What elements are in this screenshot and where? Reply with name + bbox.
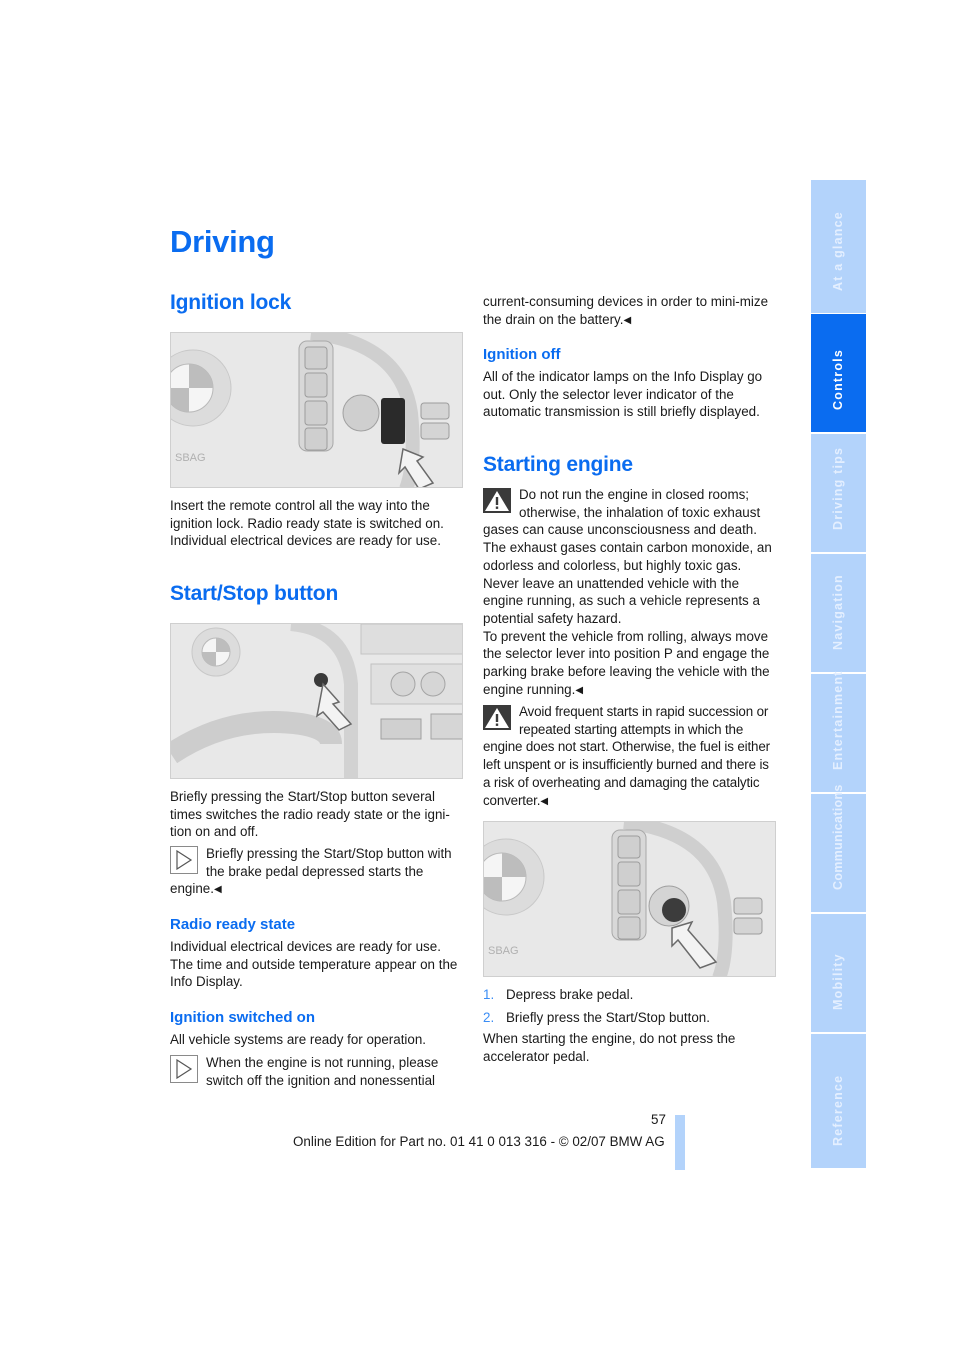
- tab-entertainment[interactable]: Entertainment: [811, 670, 866, 792]
- heading-ignition-off: Ignition off: [483, 346, 561, 363]
- svg-text:SBAG: SBAG: [488, 945, 519, 957]
- warning-rolling-text: To prevent the vehicle from rolling, alw…: [483, 628, 770, 697]
- heading-ignition-switched-on: Ignition switched on: [170, 1009, 315, 1026]
- warning-triangle-icon: [483, 488, 511, 513]
- steps-list: 1. Depress brake pedal. 2. Briefly press t…: [483, 986, 779, 1066]
- starting-engine-after-text: When starting the engine, do not press t…: [483, 1031, 736, 1065]
- warning-frequent-starts: Avoid frequent starts in rapid successio…: [483, 703, 779, 811]
- ignition-on-note: When the engine is not running, please s…: [170, 1054, 466, 1089]
- tab-navigation[interactable]: Navigation: [811, 554, 866, 672]
- tab-at-a-glance[interactable]: At a glance: [811, 180, 866, 313]
- warning-triangle-icon: [483, 705, 511, 730]
- warning-closed-rooms-text: Do not run the engine in closed rooms; o…: [483, 487, 772, 626]
- start-stop-note-text: Briefly pressing the Start/Stop button w…: [170, 846, 452, 897]
- ignition-on-note-text: When the engine is not running, please s…: [206, 1055, 439, 1088]
- end-mark-icon: ◀: [623, 314, 632, 326]
- figure-starting-engine: SBAG: [483, 821, 776, 977]
- note-arrow-icon: [170, 846, 198, 874]
- end-mark-icon: ◀: [575, 684, 584, 696]
- tab-mobility[interactable]: Mobility: [811, 914, 866, 1032]
- end-mark-icon: ◀: [213, 884, 222, 896]
- start-stop-note: Briefly pressing the Start/Stop button w…: [170, 845, 466, 900]
- radio-ready-text: Individual electrical devices are ready …: [170, 939, 458, 990]
- tab-communications[interactable]: Communications: [811, 784, 866, 912]
- end-mark-icon: ◀: [540, 795, 548, 807]
- svg-text:SBAG: SBAG: [175, 452, 206, 464]
- page-title: Driving: [170, 224, 275, 259]
- list-item: 2. Briefly press the Start/Stop button.: [483, 1009, 710, 1025]
- warning-closed-rooms: Do not run the engine in closed rooms; o…: [483, 486, 779, 700]
- start-stop-text: Briefly pressing the Start/Stop button s…: [170, 789, 450, 840]
- heading-radio-ready-state: Radio ready state: [170, 916, 296, 933]
- page-marker-bar: [675, 1115, 685, 1170]
- ignition-off-text: All of the indicator lamps on the Info D…: [483, 369, 763, 420]
- figure-start-stop-button: [170, 623, 463, 779]
- footer-edition: Online Edition for Part no. 01 41 0 013 …: [293, 1134, 665, 1149]
- heading-ignition-lock: Ignition lock: [170, 291, 292, 314]
- ignition-on-text: All vehicle systems are ready for operat…: [170, 1032, 427, 1047]
- heading-start-stop-button: Start/Stop button: [170, 582, 339, 605]
- heading-starting-engine: Starting engine: [483, 453, 633, 476]
- tab-controls[interactable]: Controls: [811, 314, 866, 432]
- figure-ignition-lock: SBAG: [170, 332, 463, 488]
- note-arrow-icon: [170, 1055, 198, 1083]
- tab-reference[interactable]: Reference: [811, 1034, 866, 1168]
- page-number: 57: [651, 1112, 666, 1127]
- list-item: 1. Depress brake pedal.: [483, 987, 634, 1002]
- ignition-lock-text: Insert the remote control all the way in…: [170, 498, 444, 549]
- tab-driving-tips[interactable]: Driving tips: [811, 434, 866, 552]
- warning-frequent-starts-text: Avoid frequent starts in rapid successio…: [483, 704, 770, 808]
